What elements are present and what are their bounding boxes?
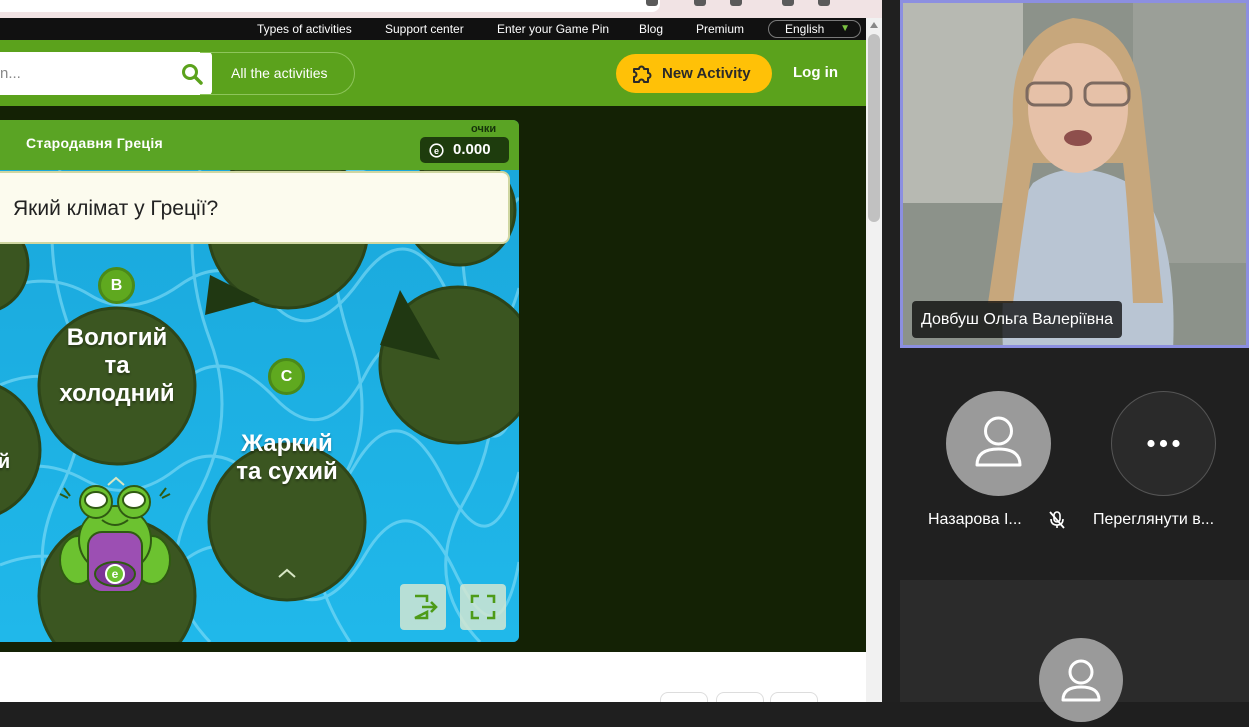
- search-input[interactable]: n...: [0, 65, 21, 82]
- pagination-button-1[interactable]: [660, 692, 708, 702]
- nav-premium[interactable]: Premium: [696, 22, 744, 36]
- participant-name: Назарова І...: [928, 511, 1022, 528]
- page-scrollbar[interactable]: [866, 18, 882, 702]
- game-header: Стародавня Греція очки e 0.000: [0, 120, 519, 170]
- speaker-video-tile[interactable]: [900, 0, 1249, 348]
- person-icon: [975, 416, 1022, 467]
- answer-partial-option[interactable]: й: [0, 448, 14, 476]
- coin-icon: e: [429, 143, 444, 158]
- answer-c-option[interactable]: Жаркий та сухий: [212, 430, 362, 486]
- new-activity-label: New Activity: [662, 65, 751, 82]
- sidebar-icon[interactable]: [782, 0, 794, 6]
- nav-support-center[interactable]: Support center: [385, 22, 464, 36]
- scrollbar-thumb[interactable]: [868, 34, 880, 222]
- more-participants-button[interactable]: [1111, 391, 1216, 496]
- site-header: n... All the activities New Activity Log…: [0, 40, 866, 106]
- frog-badge-letter: e: [112, 567, 119, 581]
- answer-c-line1: Жаркий: [241, 430, 333, 457]
- answer-c-letter: C: [268, 358, 305, 395]
- all-activities-button[interactable]: All the activities: [200, 52, 355, 95]
- language-label: English: [785, 22, 825, 36]
- person-icon: [1061, 659, 1101, 702]
- score-value: 0.000: [453, 141, 491, 158]
- nav-blog[interactable]: Blog: [639, 22, 663, 36]
- speaker-video-icon: [903, 3, 1246, 345]
- star-icon[interactable]: [646, 0, 658, 6]
- view-all-label[interactable]: Переглянути в...: [1093, 511, 1214, 529]
- self-avatar: [1039, 638, 1123, 722]
- score-display: e 0.000: [420, 137, 509, 163]
- nav-enter-game-pin[interactable]: Enter your Game Pin: [497, 22, 609, 36]
- question-card: Який клімат у Греції?: [0, 171, 510, 244]
- extension-icon[interactable]: [694, 0, 706, 6]
- profile-icon[interactable]: [818, 0, 830, 6]
- answer-b-line2: та: [104, 352, 130, 379]
- muted-mic-icon: [1049, 511, 1065, 529]
- search-box[interactable]: n...: [0, 52, 212, 95]
- frog-character-icon: e: [59, 485, 171, 593]
- more-dots-icon: [1147, 439, 1180, 448]
- browser-tab[interactable]: [0, 0, 660, 12]
- nav-types-of-activities[interactable]: Types of activities: [257, 22, 352, 36]
- participant-avatar[interactable]: [946, 391, 1051, 496]
- new-activity-button[interactable]: New Activity: [616, 54, 772, 93]
- scroll-up-arrow-icon[interactable]: [870, 22, 878, 28]
- svg-text:e: e: [434, 146, 439, 156]
- answer-c-line2: та сухий: [236, 458, 338, 485]
- language-selector[interactable]: English ▼: [768, 20, 861, 38]
- score-label: очки: [471, 123, 497, 135]
- browser-window: Types of activities Support center Enter…: [0, 0, 882, 702]
- top-navigation: Types of activities Support center Enter…: [0, 18, 866, 40]
- fullscreen-icon: [470, 594, 496, 620]
- speaker-name-label: Довбуш Ольга Валеріївна: [912, 301, 1123, 338]
- self-video-tile[interactable]: [900, 580, 1249, 722]
- pagination-button-2[interactable]: [716, 692, 764, 702]
- game-title: Стародавня Греція: [26, 135, 163, 151]
- question-text: Який клімат у Греції?: [13, 197, 219, 220]
- answer-b-letter: B: [98, 267, 135, 304]
- answer-b-line3: холодний: [59, 380, 175, 407]
- exit-button[interactable]: [400, 584, 446, 630]
- answer-b-line1: Вологий: [66, 324, 168, 351]
- puzzle-icon: [633, 65, 652, 83]
- exit-icon: [414, 594, 438, 620]
- answer-b-option[interactable]: Вологий та холодний: [42, 324, 192, 408]
- chevron-down-icon: ▼: [840, 23, 850, 34]
- download-icon[interactable]: [730, 0, 742, 6]
- game-stage: Стародавня Греція очки e 0.000 Який клім…: [0, 106, 866, 652]
- pagination-button-3[interactable]: [770, 692, 818, 702]
- game-frame[interactable]: Стародавня Греція очки e 0.000 Який клім…: [0, 120, 519, 642]
- login-link[interactable]: Log in: [793, 64, 838, 81]
- fullscreen-button[interactable]: [460, 584, 506, 630]
- browser-chrome: [0, 0, 882, 18]
